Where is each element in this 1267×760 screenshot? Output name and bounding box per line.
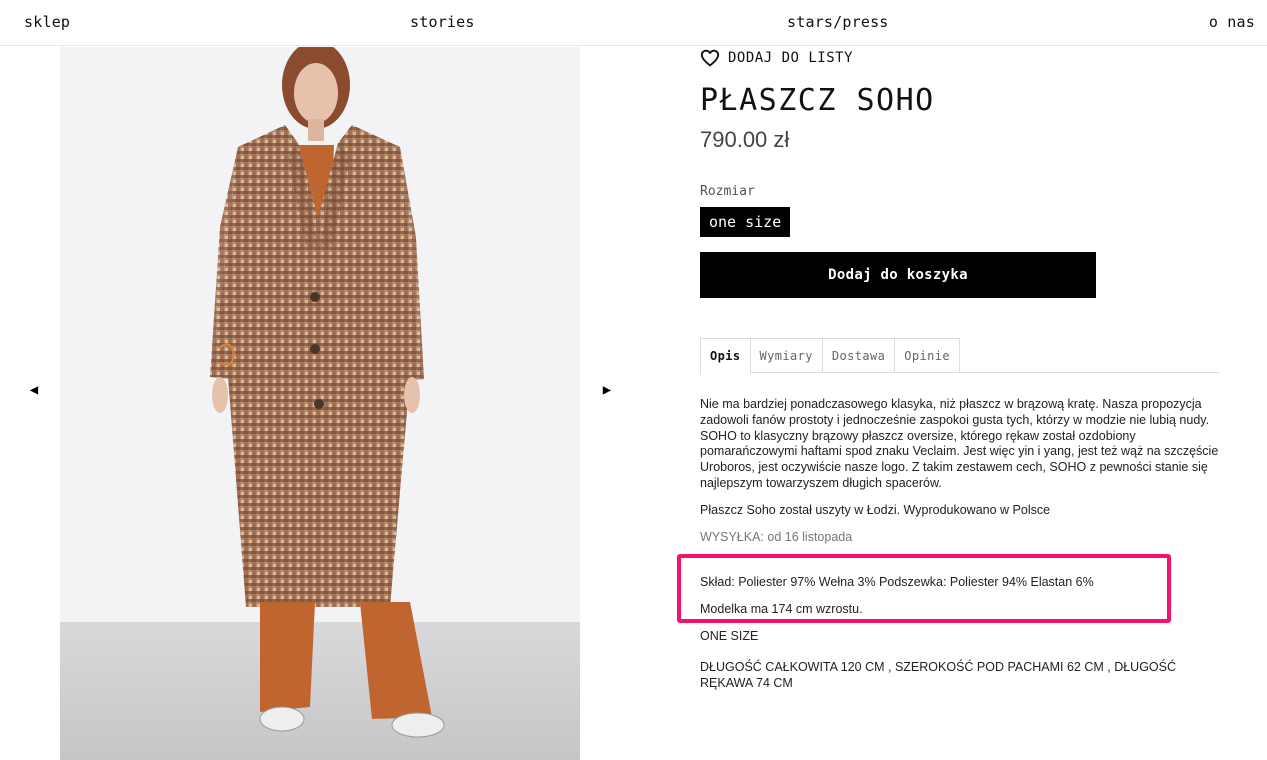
composition-text: Skład: Poliester 97% Wełna 3% Podszewka:… <box>700 575 1094 589</box>
add-to-wishlist-button[interactable]: DODAJ DO LISTY <box>700 49 853 67</box>
dimensions-text: DŁUGOŚĆ CAŁKOWITA 120 CM , SZEROKOŚĆ POD… <box>700 660 1177 690</box>
production-note: Płaszcz Soho został uszyty w Łodzi. Wypr… <box>700 502 1051 517</box>
product-price: 790.00 zł <box>700 127 790 152</box>
one-size-text: ONE SIZE <box>700 629 759 643</box>
tab-dostawa[interactable]: Dostawa <box>822 338 896 373</box>
product-description: Nie ma bardziej ponadczasowego klasyka, … <box>700 397 1220 556</box>
model-height-text: Modelka ma 174 cm wzrostu. <box>700 602 863 616</box>
size-label: Rozmiar <box>700 184 755 199</box>
product-image <box>60 47 580 760</box>
gallery-next-button[interactable]: ▶ <box>595 378 619 402</box>
nav-link-stories[interactable]: stories <box>410 13 475 31</box>
wishlist-label: DODAJ DO LISTY <box>728 50 854 66</box>
heart-icon <box>700 49 720 67</box>
triangle-left-icon: ◀ <box>29 382 39 398</box>
nav-link-sklep[interactable]: sklep <box>24 13 70 31</box>
product-tabs: Opis Wymiary Dostawa Opinie <box>700 338 1220 374</box>
description-paragraph: Nie ma bardziej ponadczasowego klasyka, … <box>700 397 1219 490</box>
product-title: PŁASZCZ SOHO <box>700 83 935 118</box>
nav-link-stars-press[interactable]: stars/press <box>787 13 889 31</box>
add-to-cart-button[interactable]: Dodaj do koszyka <box>700 252 1096 298</box>
triangle-right-icon: ▶ <box>602 382 612 398</box>
model-photo <box>60 47 580 760</box>
tab-opis[interactable]: Opis <box>700 338 751 374</box>
tab-wymiary[interactable]: Wymiary <box>750 338 823 373</box>
shipping-note: WYSYŁKA: od 16 listopada <box>700 529 853 544</box>
top-nav: sklep stories stars/press o nas <box>0 0 1267 46</box>
nav-link-o-nas[interactable]: o nas <box>1209 13 1255 31</box>
tab-opinie[interactable]: Opinie <box>895 338 960 373</box>
gallery-prev-button[interactable]: ◀ <box>22 378 46 402</box>
size-option-one-size[interactable]: one size <box>700 207 791 237</box>
